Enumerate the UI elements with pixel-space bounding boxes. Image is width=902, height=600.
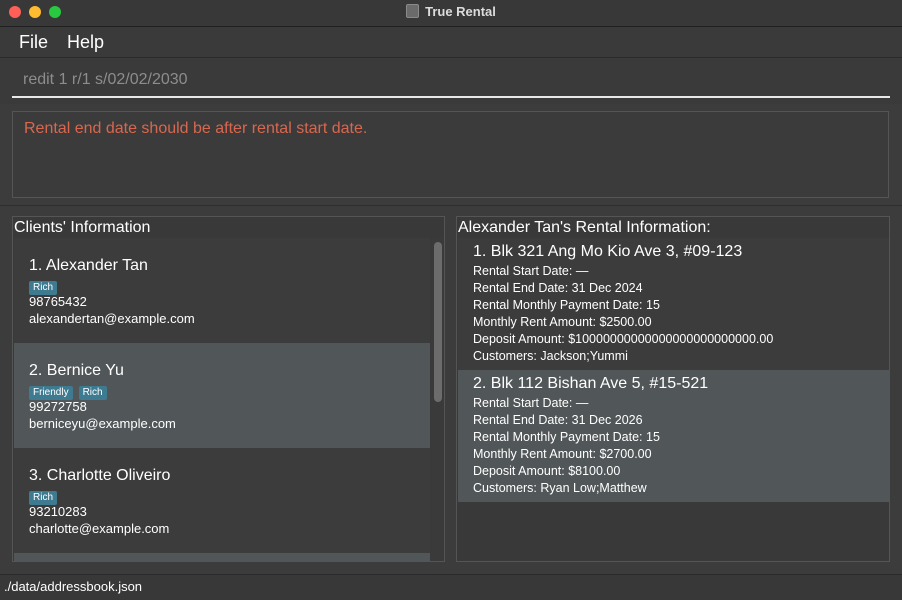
rental-address: 2. Blk 112 Bishan Ave 5, #15-521	[473, 375, 709, 392]
rental-payment-date: Rental Monthly Payment Date: 15	[473, 430, 660, 444]
menu-file[interactable]: File	[19, 32, 48, 53]
rental-end-date: Rental End Date: 31 Dec 2026	[473, 413, 643, 427]
client-tag: Rich	[29, 491, 58, 505]
client-list-scrollbar[interactable]	[431, 238, 444, 561]
client-tags: Rich	[29, 277, 63, 295]
rental-start-date: Rental Start Date: —	[473, 264, 589, 278]
section-divider	[0, 205, 902, 206]
window-title: True Rental	[425, 4, 496, 19]
client-tag: Rich	[29, 281, 58, 295]
client-email: charlotte@example.com	[29, 521, 170, 536]
client-phone: 99272758	[29, 399, 87, 414]
clients-panel-title: Clients' Information	[14, 219, 151, 236]
app-icon	[406, 4, 420, 18]
rental-deposit: Deposit Amount: $10000000000000000000000…	[473, 332, 774, 346]
rental-customers: Customers: Jackson;Yummi	[473, 349, 628, 363]
client-list-scrollbar-thumb[interactable]	[434, 242, 442, 402]
client-phone: 93210283	[29, 504, 87, 519]
client-name: 3. Charlotte Oliveiro	[29, 467, 171, 484]
client-name: 2. Bernice Yu	[29, 362, 124, 379]
client-phone: 98765432	[29, 294, 87, 309]
client-name: 1. Alexander Tan	[29, 257, 148, 274]
rental-start-date: Rental Start Date: —	[473, 396, 589, 410]
clients-panel: Clients' Information 1. Alexander Tan Ri…	[12, 216, 445, 562]
rental-monthly-rent: Monthly Rent Amount: $2500.00	[473, 315, 652, 329]
menu-bar: File Help	[0, 27, 902, 58]
client-card[interactable]: 1. Alexander Tan Rich 98765432 alexander…	[14, 238, 430, 343]
rental-address: 1. Blk 321 Ang Mo Kio Ave 3, #09-123	[473, 243, 743, 260]
rental-monthly-rent: Monthly Rent Amount: $2700.00	[473, 447, 652, 461]
command-area	[0, 58, 902, 104]
client-tags: Rich	[29, 487, 63, 505]
client-tags: Friendly Rich	[29, 382, 113, 400]
client-card[interactable]: 3. Charlotte Oliveiro Rich 93210283 char…	[14, 448, 430, 553]
rental-panel-title: Alexander Tan's Rental Information:	[458, 219, 711, 236]
menu-help[interactable]: Help	[67, 32, 104, 53]
rental-card[interactable]: 2. Blk 112 Bishan Ave 5, #15-521 Rental …	[458, 370, 889, 502]
client-card-partial[interactable]	[14, 553, 430, 561]
rental-list[interactable]: 1. Blk 321 Ang Mo Kio Ave 3, #09-123 Ren…	[458, 238, 889, 561]
title-bar: True Rental	[0, 0, 902, 27]
rental-panel: Alexander Tan's Rental Information: 1. B…	[456, 216, 890, 562]
rental-end-date: Rental End Date: 31 Dec 2024	[473, 281, 643, 295]
command-input[interactable]	[12, 64, 890, 98]
client-list[interactable]: 1. Alexander Tan Rich 98765432 alexander…	[14, 238, 430, 561]
rental-deposit: Deposit Amount: $8100.00	[473, 464, 621, 478]
rental-card[interactable]: 1. Blk 321 Ang Mo Kio Ave 3, #09-123 Ren…	[458, 238, 889, 370]
rental-payment-date: Rental Monthly Payment Date: 15	[473, 298, 660, 312]
window-title-wrap: True Rental	[0, 4, 902, 19]
client-email: alexandertan@example.com	[29, 311, 195, 326]
status-bar: ./data/addressbook.json	[0, 574, 902, 600]
status-file-path: ./data/addressbook.json	[4, 579, 143, 594]
client-email: berniceyu@example.com	[29, 416, 176, 431]
rental-customers: Customers: Ryan Low;Matthew	[473, 481, 647, 495]
result-message: Rental end date should be after rental s…	[24, 120, 368, 137]
result-display: Rental end date should be after rental s…	[12, 111, 889, 198]
client-tag: Rich	[78, 386, 107, 400]
client-tag: Friendly	[29, 386, 73, 400]
client-card[interactable]: 2. Bernice Yu Friendly Rich 99272758 bern…	[14, 343, 430, 448]
